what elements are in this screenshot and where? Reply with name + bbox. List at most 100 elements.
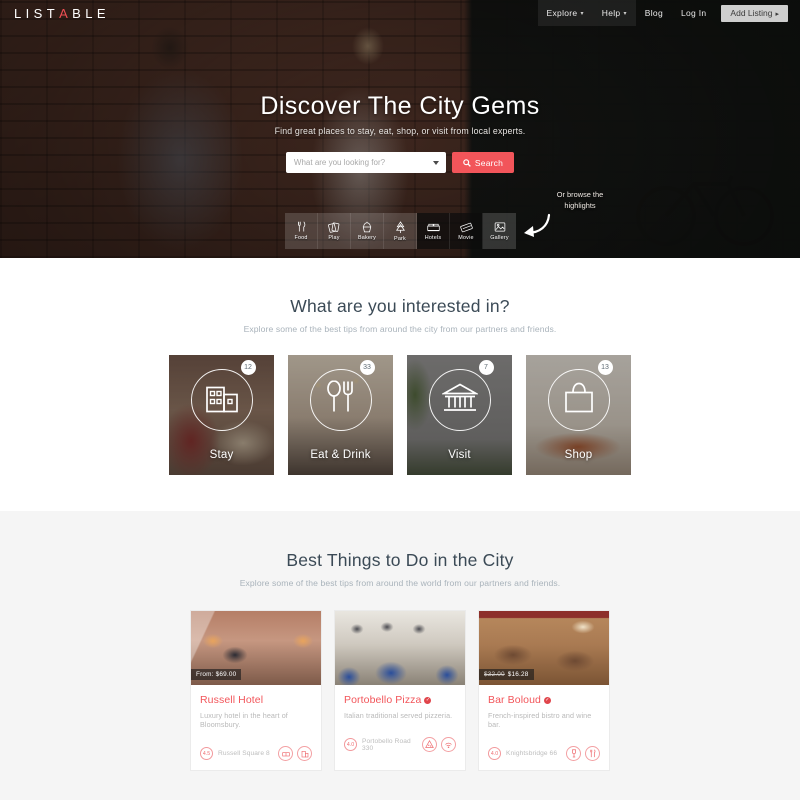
listing-location: Knightsbridge 66: [506, 750, 558, 757]
listing-cards-row: From: $69.00 Russell Hotel Luxury hotel …: [0, 610, 800, 771]
interest-count-badge: 12: [240, 360, 256, 375]
listing-card[interactable]: From: $69.00 Russell Hotel Luxury hotel …: [190, 610, 322, 771]
building-icon: [205, 382, 239, 419]
logo-text-part1: LIST: [14, 5, 60, 21]
logo-accent-letter: A: [59, 5, 73, 21]
interest-card-visit-label: Visit: [448, 449, 471, 461]
interest-card-stay[interactable]: 12 Stay: [169, 355, 274, 475]
interest-count-badge: 7: [478, 360, 494, 375]
things-section-title: Best Things to Do in the City: [286, 550, 514, 570]
interest-card-shop-label: Shop: [564, 449, 593, 461]
interest-cards-row: 12 Stay 33 Eat & Drink 7 Visit 13 Shop: [0, 355, 800, 475]
nav-item-explore[interactable]: Explore ▾: [537, 0, 593, 26]
nav-item-blog[interactable]: Blog: [636, 0, 672, 26]
add-listing-button[interactable]: Add Listing ▸: [721, 4, 788, 22]
nav-links-group: Explore ▾ Help ▾ Blog Log In Add Listing ▸: [537, 0, 800, 26]
curved-arrow-icon: [524, 213, 551, 237]
tree-icon: [395, 220, 405, 233]
interest-card-visit[interactable]: 7 Visit: [407, 355, 512, 475]
listing-footer: 4.5 Russell Square 8: [191, 737, 321, 770]
category-hotels[interactable]: Hotels: [417, 213, 450, 249]
fork-knife-icon: [297, 221, 305, 232]
cards-icon: [328, 222, 340, 233]
listing-photo[interactable]: $32.00 $16.28: [479, 611, 609, 685]
listing-body: Portobello Pizza ✓ Italian traditional s…: [335, 685, 465, 720]
listing-title: Portobello Pizza: [344, 694, 422, 706]
listing-title-row[interactable]: Russell Hotel: [200, 694, 312, 706]
hero-section: LIST A BLE Explore ▾ Help ▾ Blog Log In Add …: [0, 0, 800, 258]
search-button[interactable]: Search: [451, 152, 515, 173]
listing-feature-icons: [566, 746, 600, 761]
nav-item-explore-label: Explore: [546, 8, 578, 18]
category-bakery[interactable]: Bakery: [351, 213, 384, 249]
listing-price-tag: $32.00 $16.28: [479, 668, 534, 680]
bed-icon[interactable]: [278, 746, 293, 761]
listing-photo-image: [335, 611, 465, 685]
category-gallery[interactable]: Gallery: [483, 213, 516, 249]
things-to-do-section: Best Things to Do in the City Explore so…: [0, 511, 800, 800]
category-play[interactable]: Play: [318, 213, 351, 249]
listing-body: Bar Boloud ✓ French-inspired bistro and …: [479, 685, 609, 729]
interest-card-eat-drink-label: Eat & Drink: [310, 449, 371, 461]
logo-text-part2: BLE: [72, 5, 110, 21]
add-listing-label: Add Listing: [730, 7, 773, 18]
listing-title-row[interactable]: Bar Boloud ✓: [488, 694, 600, 706]
category-gallery-label: Gallery: [490, 235, 509, 241]
nav-item-help-label: Help: [601, 8, 621, 18]
listing-description: Italian traditional served pizzeria.: [344, 711, 453, 720]
hint-line-1: Or browse the: [556, 190, 604, 199]
page-title: Discover The City Gems: [260, 92, 540, 120]
verified-badge-icon: ✓: [543, 696, 551, 704]
film-icon: [459, 222, 473, 232]
interest-card-stay-label: Stay: [209, 449, 234, 461]
museum-icon: [440, 383, 479, 418]
nav-item-help[interactable]: Help ▾: [592, 0, 636, 26]
listing-rating-badge: 4.0: [344, 738, 357, 751]
listing-feature-icons: [422, 737, 456, 752]
pizza-icon[interactable]: [422, 737, 437, 752]
top-navigation-bar: LIST A BLE Explore ▾ Help ▾ Blog Log In Add …: [0, 0, 800, 26]
category-park-label: Park: [394, 235, 406, 242]
listing-footer: 4.0 Knightsbridge 66: [479, 737, 609, 770]
interest-card-eat-drink[interactable]: 33 Eat & Drink: [288, 355, 393, 475]
listing-description: Luxury hotel in the heart of Bloomsbury.: [200, 711, 288, 729]
category-movie[interactable]: Movie: [450, 213, 483, 249]
interest-card-shop[interactable]: 13 Shop: [526, 355, 631, 475]
wifi-icon[interactable]: [441, 737, 456, 752]
interest-section-subtitle: Explore some of the best tips from aroun…: [243, 324, 557, 334]
hero-search-row: Search: [0, 152, 800, 173]
interest-count-badge: 13: [597, 360, 613, 375]
listing-card[interactable]: $32.00 $16.28 Bar Boloud ✓ French-inspire…: [478, 610, 610, 771]
listing-photo[interactable]: From: $69.00: [191, 611, 321, 685]
search-icon: [463, 158, 471, 167]
listing-card[interactable]: Portobello Pizza ✓ Italian traditional s…: [334, 610, 466, 771]
fork-knife-icon[interactable]: [585, 746, 600, 761]
category-hotels-label: Hotels: [424, 234, 442, 241]
interest-section-title: What are you interested in?: [290, 296, 510, 316]
nav-item-login[interactable]: Log In: [672, 0, 715, 26]
hint-line-2: highlights: [564, 200, 596, 210]
category-play-label: Play: [328, 235, 340, 241]
listing-location: Russell Square 8: [218, 750, 270, 757]
chevron-down-icon[interactable]: [432, 160, 439, 165]
listing-photo[interactable]: [335, 611, 465, 685]
listing-price: From: $69.00: [196, 670, 237, 678]
category-park[interactable]: Park: [384, 213, 417, 249]
chevron-down-icon: ▾: [580, 11, 584, 17]
interest-count-badge: 33: [359, 360, 375, 375]
building-icon[interactable]: [297, 746, 312, 761]
wine-icon[interactable]: [566, 746, 581, 761]
listing-body: Russell Hotel Luxury hotel in the heart …: [191, 685, 321, 729]
site-logo[interactable]: LIST A BLE: [14, 6, 110, 21]
listing-title: Bar Boloud: [488, 694, 541, 706]
listing-price-tag: From: $69.00: [191, 668, 242, 680]
handbag-icon: [563, 382, 595, 419]
listing-title: Russell Hotel: [200, 694, 264, 706]
listing-rating-badge: 4.0: [488, 747, 501, 760]
search-field-wrapper[interactable]: [285, 152, 446, 173]
search-input[interactable]: [293, 158, 438, 167]
category-food[interactable]: Food: [285, 213, 318, 249]
listing-title-row[interactable]: Portobello Pizza ✓: [344, 694, 456, 706]
listing-description: French-inspired bistro and wine bar.: [488, 711, 592, 729]
category-bakery-label: Bakery: [358, 235, 376, 241]
